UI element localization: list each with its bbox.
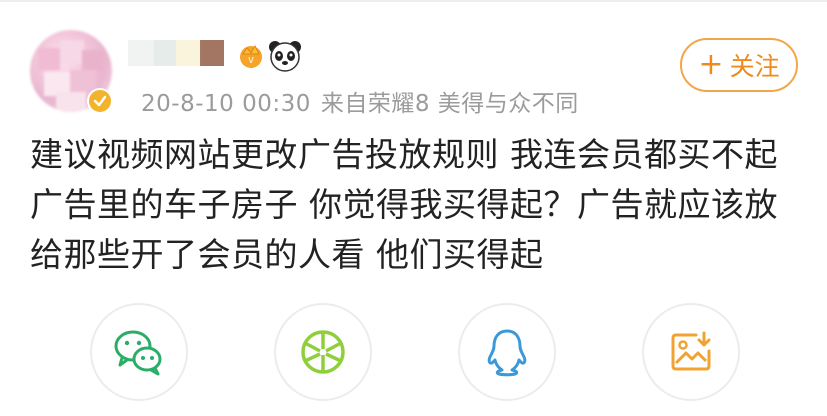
share-qq-button[interactable] [458,303,556,401]
post-body-text: 建议视频网站更改广告投放规则 我连会员都买不起 广告里的车子房子 你觉得我买得起… [30,135,778,274]
vip-crown-icon: V [240,44,262,68]
save-image-button[interactable] [642,303,740,401]
wechat-icon [114,330,162,376]
post-meta: 20-8-10 00:30 来自荣耀8 美得与众不同 [141,84,579,118]
post-source[interactable]: 来自荣耀8 美得与众不同 [321,91,579,117]
username-mosaic[interactable] [128,40,238,68]
save-image-icon [671,331,711,371]
share-wechat-button[interactable] [90,303,188,401]
post-timestamp: 20-8-10 00:30 [141,91,311,117]
qq-icon [487,329,527,377]
follow-label: 关注 [729,52,780,81]
verified-badge-icon [87,88,113,114]
svg-text:V: V [248,56,254,65]
share-moments-button[interactable] [274,303,372,401]
follow-button[interactable]: + 关注 [680,38,798,92]
wechat-moments-icon [301,330,345,374]
panda-emoji-icon [269,41,301,72]
plus-icon: + [698,47,724,82]
top-divider [0,0,827,2]
